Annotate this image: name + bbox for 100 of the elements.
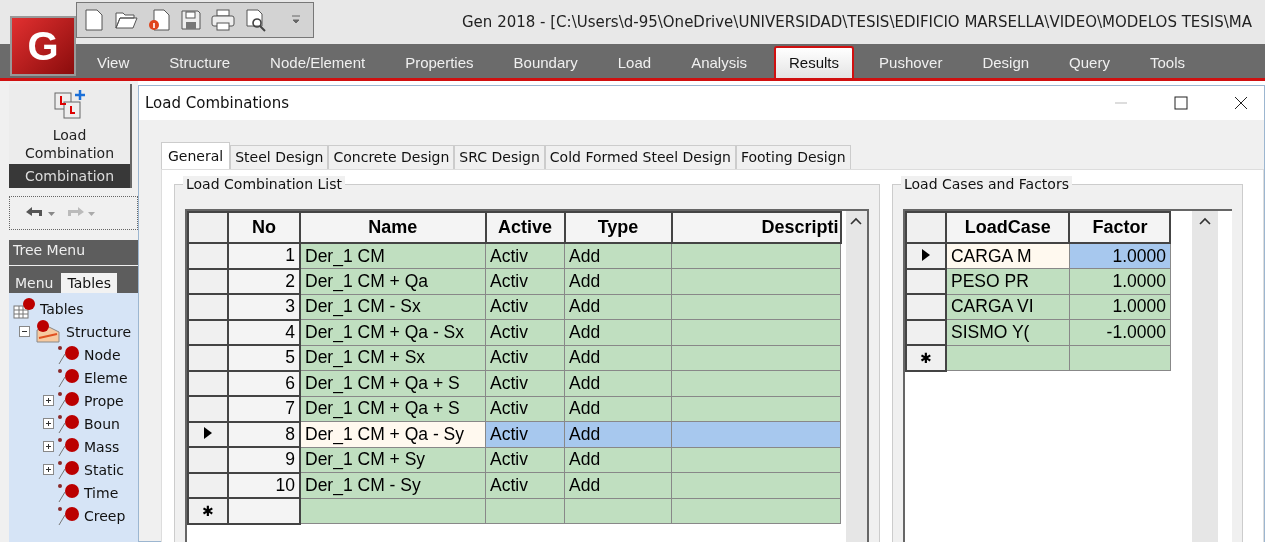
print-preview-icon[interactable]	[244, 8, 268, 32]
ribbon-tab[interactable]: Structure	[156, 48, 244, 78]
expand-icon[interactable]	[43, 395, 54, 406]
ribbon-tab[interactable]: Load	[604, 48, 665, 78]
row-header[interactable]	[905, 243, 946, 269]
tree-item[interactable]: Creep	[84, 507, 126, 524]
table-cell[interactable]: Der_1 CM + Sy	[300, 447, 486, 473]
ribbon-tab[interactable]: Pushover	[866, 48, 956, 78]
table-cell[interactable]	[671, 447, 841, 473]
table-cell[interactable]: Add	[564, 319, 672, 345]
new-file-icon[interactable]	[83, 8, 105, 32]
expand-icon[interactable]	[43, 418, 54, 429]
maximize-icon[interactable]	[1174, 96, 1188, 110]
table-cell[interactable]: Der_1 CM + Qa	[300, 268, 486, 294]
panel-tab[interactable]: Tables	[61, 273, 117, 293]
row-header[interactable]	[188, 370, 228, 396]
table-cell[interactable]: 5	[228, 345, 300, 371]
table-cell[interactable]	[671, 294, 841, 320]
new-row-marker[interactable]: ✱	[905, 345, 946, 371]
save-icon[interactable]	[180, 9, 202, 31]
table-cell[interactable]: Der_1 CM	[300, 243, 486, 269]
table-cell[interactable]: Activ	[485, 345, 565, 371]
table-cell[interactable]: Der_1 CM + Qa + S	[300, 396, 486, 422]
column-header[interactable]: Factor	[1069, 212, 1171, 243]
dialog-tab[interactable]: General	[161, 142, 231, 169]
tree-item[interactable]: Time	[84, 484, 119, 501]
table-cell[interactable]: -1.0000	[1069, 319, 1171, 345]
table-cell[interactable]: Activ	[485, 472, 565, 498]
table-cell[interactable]: 9	[228, 447, 300, 473]
dialog-tab[interactable]: Steel Design	[230, 145, 329, 169]
table-cell[interactable]: CARGA M	[945, 243, 1070, 269]
document-info-icon[interactable]	[147, 8, 171, 32]
ribbon-tab[interactable]: Query	[1056, 48, 1123, 78]
table-cell[interactable]: Activ	[485, 370, 565, 396]
table-cell[interactable]	[485, 498, 565, 524]
table-cell[interactable]: Der_1 CM - Sx	[300, 294, 486, 320]
expand-icon[interactable]	[43, 441, 54, 452]
table-cell[interactable]: Add	[564, 421, 672, 447]
column-header[interactable]: Active	[485, 212, 565, 243]
table-cell[interactable]: Activ	[485, 421, 565, 447]
ribbon-tab[interactable]: Analysis	[678, 48, 760, 78]
table-cell[interactable]	[1069, 345, 1171, 371]
table-cell[interactable]	[300, 498, 486, 524]
tree-item[interactable]: Static	[84, 461, 125, 478]
tree-item[interactable]: Eleme	[84, 369, 128, 386]
table-cell[interactable]: SISMO Y(	[945, 319, 1070, 345]
table-cell[interactable]	[671, 345, 841, 371]
table-cell[interactable]: 8	[228, 421, 300, 447]
table-cell[interactable]: 1.0000	[1069, 268, 1171, 294]
table-cell[interactable]	[671, 268, 841, 294]
row-header[interactable]	[188, 472, 228, 498]
row-header[interactable]	[905, 294, 946, 320]
new-row-marker[interactable]: ✱	[188, 498, 228, 524]
print-icon[interactable]	[211, 9, 235, 31]
dialog-tab[interactable]: Concrete Design	[328, 145, 455, 169]
tree-item[interactable]: Node	[84, 346, 121, 363]
row-header[interactable]	[188, 421, 228, 447]
close-icon[interactable]	[1234, 96, 1248, 110]
row-header[interactable]	[188, 268, 228, 294]
table-cell[interactable]: Add	[564, 268, 672, 294]
ribbon-tab[interactable]: Boundary	[500, 48, 591, 78]
table-cell[interactable]: Der_1 CM + Qa - Sy	[300, 421, 486, 447]
table-cell[interactable]: Activ	[485, 447, 565, 473]
table-cell[interactable]	[671, 421, 841, 447]
ribbon-tab[interactable]: Tools	[1136, 48, 1198, 78]
load-combination-button[interactable]: Load Combination	[9, 84, 130, 164]
scrollbar[interactable]	[845, 211, 867, 542]
dialog-tab[interactable]: SRC Design	[454, 145, 545, 169]
ribbon-tab[interactable]: Node/Element	[257, 48, 379, 78]
row-header[interactable]	[188, 447, 228, 473]
table-cell[interactable]: 3	[228, 294, 300, 320]
app-logo[interactable]: G	[10, 16, 76, 76]
table-cell[interactable]: PESO PR	[945, 268, 1070, 294]
table-cell[interactable]: Add	[564, 294, 672, 320]
table-cell[interactable]: Activ	[485, 268, 565, 294]
table-cell[interactable]: Der_1 CM + Qa + S	[300, 370, 486, 396]
table-cell[interactable]: Add	[564, 370, 672, 396]
row-header[interactable]	[188, 243, 228, 269]
table-cell[interactable]: CARGA VI	[945, 294, 1070, 320]
collapse-icon[interactable]	[19, 326, 30, 337]
dialog-tab[interactable]: Footing Design	[735, 145, 851, 169]
table-cell[interactable]	[671, 472, 841, 498]
table-cell[interactable]: 4	[228, 319, 300, 345]
table-cell[interactable]: Der_1 CM + Qa - Sx	[300, 319, 486, 345]
table-cell[interactable]: 7	[228, 396, 300, 422]
table-cell[interactable]: Der_1 CM + Sx	[300, 345, 486, 371]
table-cell[interactable]	[228, 498, 300, 524]
tree-item[interactable]: Boun	[84, 415, 120, 432]
table-cell[interactable]	[671, 319, 841, 345]
table-cell[interactable]: Add	[564, 396, 672, 422]
table-cell[interactable]: 2	[228, 268, 300, 294]
column-header[interactable]: Type	[564, 212, 672, 243]
table-cell[interactable]: Der_1 CM - Sy	[300, 472, 486, 498]
table-cell[interactable]	[671, 243, 841, 269]
table-cell[interactable]: 10	[228, 472, 300, 498]
column-header[interactable]: No	[228, 212, 300, 243]
row-header[interactable]	[188, 345, 228, 371]
table-cell[interactable]: Add	[564, 345, 672, 371]
table-cell[interactable]: Add	[564, 472, 672, 498]
tree-item[interactable]: Mass	[84, 438, 120, 455]
